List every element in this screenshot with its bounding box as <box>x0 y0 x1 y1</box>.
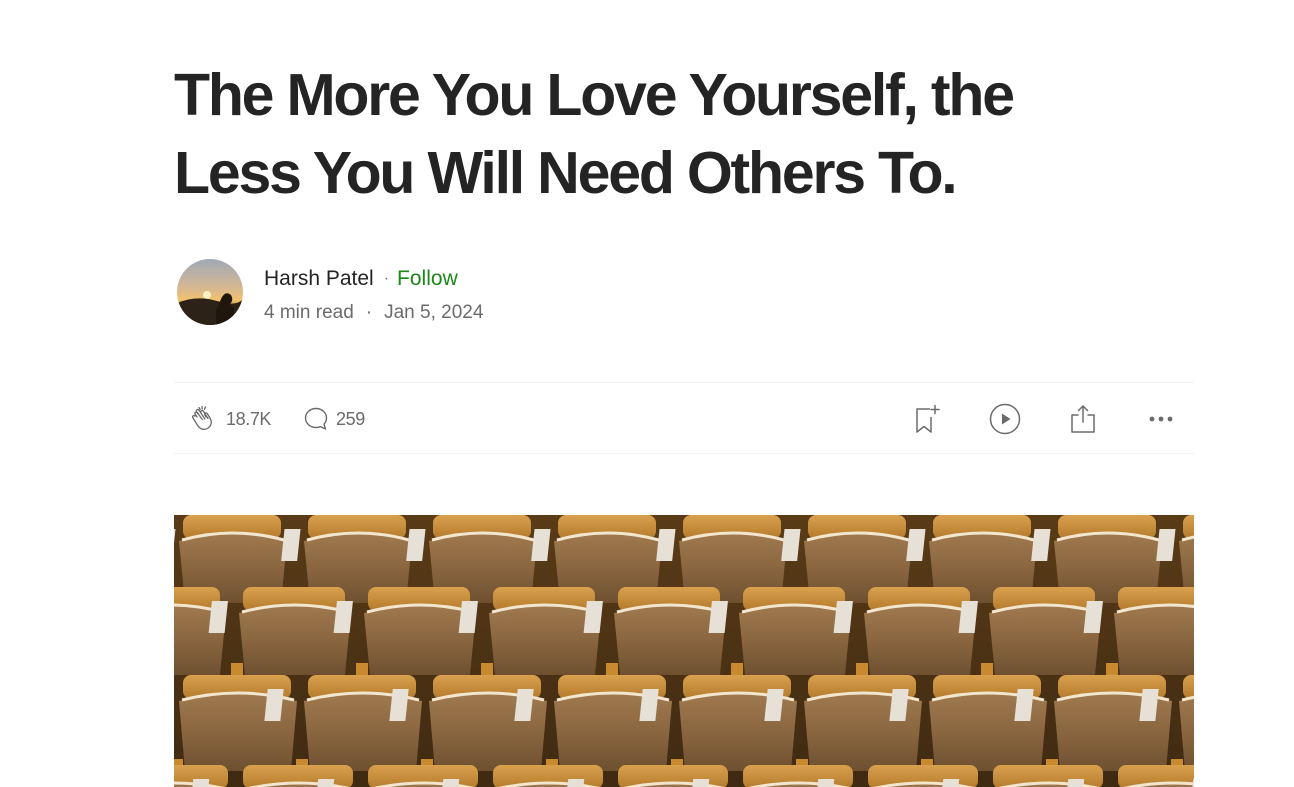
comment-icon <box>302 405 330 433</box>
author-avatar[interactable] <box>177 259 243 325</box>
avatar-image <box>177 259 243 325</box>
auditorium-seats-image <box>174 515 1194 787</box>
article-title: The More You Love Yourself, the Less You… <box>174 62 1015 206</box>
more-button[interactable] <box>1147 383 1175 455</box>
read-time: 4 min read <box>264 302 354 323</box>
article-page: The More You Love Yourself, the Less You… <box>0 0 1294 787</box>
more-icon <box>1147 405 1175 433</box>
responses-button[interactable]: 259 <box>302 383 365 455</box>
listen-button[interactable] <box>989 383 1021 455</box>
clap-count: 18.7K <box>226 408 272 429</box>
meta-separator: · <box>365 302 373 323</box>
author-meta: Harsh Patel · Follow 4 min read · Jan 5,… <box>264 259 483 325</box>
action-bar: 18.7K 259 <box>174 382 1194 454</box>
publish-date: Jan 5, 2024 <box>384 302 484 323</box>
article-meta-line: 4 min read · Jan 5, 2024 <box>264 301 483 325</box>
share-icon <box>1069 403 1097 435</box>
response-count: 259 <box>336 408 365 429</box>
play-icon <box>989 403 1021 435</box>
clap-icon <box>188 403 220 435</box>
share-button[interactable] <box>1069 383 1097 455</box>
bookmark-button[interactable] <box>913 383 943 455</box>
author-name-line: Harsh Patel · Follow <box>264 265 483 293</box>
author-row: Harsh Patel · Follow 4 min read · Jan 5,… <box>177 259 483 325</box>
hero-image <box>174 515 1194 787</box>
author-name[interactable]: Harsh Patel <box>264 265 374 293</box>
name-separator: · <box>383 270 390 287</box>
clap-button[interactable]: 18.7K <box>188 383 271 455</box>
follow-button[interactable]: Follow <box>397 265 458 293</box>
bookmark-add-icon <box>913 403 943 435</box>
